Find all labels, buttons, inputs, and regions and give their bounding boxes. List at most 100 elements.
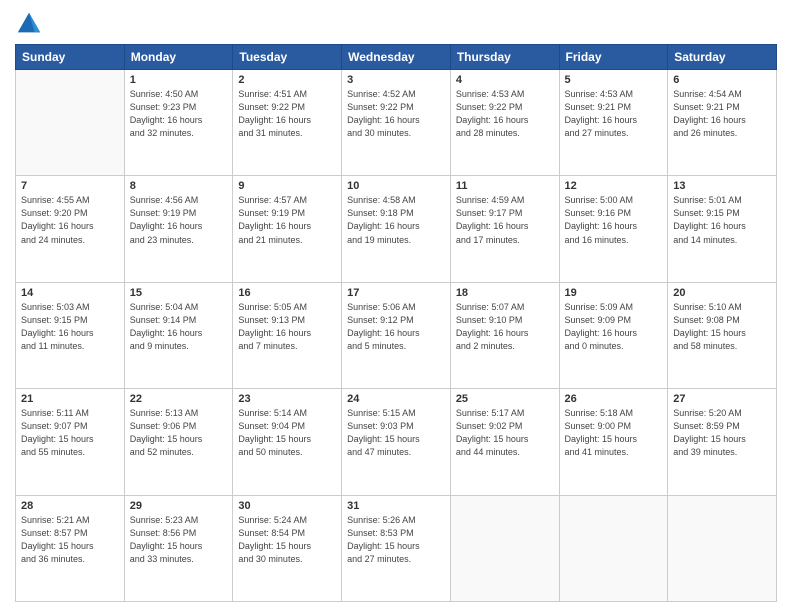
day-header-sunday: Sunday [16,45,125,70]
calendar-cell: 1 Sunrise: 4:50 AM Sunset: 9:23 PM Daylig… [124,70,233,176]
day-number: 26 [565,393,663,405]
day-number: 7 [21,180,119,192]
day-number: 20 [673,287,771,299]
day-number: 29 [130,500,228,512]
day-header-monday: Monday [124,45,233,70]
day-info: Sunrise: 5:15 AM Sunset: 9:03 PM Dayligh… [347,407,445,459]
day-info: Sunrise: 5:17 AM Sunset: 9:02 PM Dayligh… [456,407,554,459]
day-header-thursday: Thursday [450,45,559,70]
day-info: Sunrise: 4:57 AM Sunset: 9:19 PM Dayligh… [238,194,336,246]
calendar-header: SundayMondayTuesdayWednesdayThursdayFrid… [16,45,777,70]
calendar-cell: 5Sunrise: 4:53 AM Sunset: 9:21 PM Daylig… [559,70,668,176]
day-number: 16 [238,287,336,299]
day-number: 31 [347,500,445,512]
day-info: Sunrise: 5:07 AM Sunset: 9:10 PM Dayligh… [456,301,554,353]
week-row-5: 28 Sunrise: 5:21 AM Sunset: 8:57 PM Dayli… [16,495,777,601]
day-headers-row: SundayMondayTuesdayWednesdayThursdayFrid… [16,45,777,70]
day-info: Sunrise: 5:13 AM Sunset: 9:06 PM Dayligh… [130,407,228,459]
day-info: Sunrise: 5:00 AM Sunset: 9:16 PM Dayligh… [565,194,663,246]
logo [15,10,47,38]
calendar-cell: 16 Sunrise: 5:05 AM Sunset: 9:13 PM Dayli… [233,282,342,388]
calendar-cell: 8 Sunrise: 4:56 AM Sunset: 9:19 PM Daylig… [124,176,233,282]
day-info: Sunrise: 5:01 AM Sunset: 9:15 PM Dayligh… [673,194,771,246]
calendar-cell: 27Sunrise: 5:20 AM Sunset: 8:59 PM Dayli… [668,389,777,495]
calendar-cell [450,495,559,601]
day-info: Sunrise: 4:53 AM Sunset: 9:22 PM Dayligh… [456,88,554,140]
calendar-cell: 3 Sunrise: 4:52 AM Sunset: 9:22 PM Daylig… [342,70,451,176]
day-info: Sunrise: 4:51 AM Sunset: 9:22 PM Dayligh… [238,88,336,140]
day-number: 28 [21,500,119,512]
calendar-cell: 30Sunrise: 5:24 AM Sunset: 8:54 PM Dayli… [233,495,342,601]
week-row-3: 14Sunrise: 5:03 AM Sunset: 9:15 PM Dayli… [16,282,777,388]
calendar-cell: 29 Sunrise: 5:23 AM Sunset: 8:56 PM Dayli… [124,495,233,601]
header [15,10,777,38]
day-number: 1 [130,74,228,86]
calendar-cell [559,495,668,601]
day-info: Sunrise: 5:05 AM Sunset: 9:13 PM Dayligh… [238,301,336,353]
calendar-cell: 9Sunrise: 4:57 AM Sunset: 9:19 PM Daylig… [233,176,342,282]
calendar-cell: 7 Sunrise: 4:55 AM Sunset: 9:20 PM Daylig… [16,176,125,282]
day-info: Sunrise: 5:11 AM Sunset: 9:07 PM Dayligh… [21,407,119,459]
day-number: 10 [347,180,445,192]
day-number: 18 [456,287,554,299]
day-number: 6 [673,74,771,86]
day-number: 24 [347,393,445,405]
calendar-cell: 15Sunrise: 5:04 AM Sunset: 9:14 PM Dayli… [124,282,233,388]
calendar-cell: 13 Sunrise: 5:01 AM Sunset: 9:15 PM Dayli… [668,176,777,282]
day-number: 19 [565,287,663,299]
calendar-cell [668,495,777,601]
calendar-cell: 26 Sunrise: 5:18 AM Sunset: 9:00 PM Dayli… [559,389,668,495]
day-number: 15 [130,287,228,299]
day-number: 2 [238,74,336,86]
day-info: Sunrise: 5:09 AM Sunset: 9:09 PM Dayligh… [565,301,663,353]
day-number: 12 [565,180,663,192]
day-info: Sunrise: 4:55 AM Sunset: 9:20 PM Dayligh… [21,194,119,246]
calendar-cell: 21Sunrise: 5:11 AM Sunset: 9:07 PM Dayli… [16,389,125,495]
calendar-cell: 31 Sunrise: 5:26 AM Sunset: 8:53 PM Dayli… [342,495,451,601]
day-info: Sunrise: 5:18 AM Sunset: 9:00 PM Dayligh… [565,407,663,459]
day-number: 25 [456,393,554,405]
day-info: Sunrise: 4:56 AM Sunset: 9:19 PM Dayligh… [130,194,228,246]
day-header-friday: Friday [559,45,668,70]
calendar-cell: 6 Sunrise: 4:54 AM Sunset: 9:21 PM Daylig… [668,70,777,176]
calendar-cell: 2 Sunrise: 4:51 AM Sunset: 9:22 PM Daylig… [233,70,342,176]
calendar-cell: 23 Sunrise: 5:14 AM Sunset: 9:04 PM Dayli… [233,389,342,495]
day-info: Sunrise: 4:54 AM Sunset: 9:21 PM Dayligh… [673,88,771,140]
day-info: Sunrise: 4:59 AM Sunset: 9:17 PM Dayligh… [456,194,554,246]
day-number: 17 [347,287,445,299]
day-number: 11 [456,180,554,192]
calendar-cell: 28 Sunrise: 5:21 AM Sunset: 8:57 PM Dayli… [16,495,125,601]
calendar-cell: 14Sunrise: 5:03 AM Sunset: 9:15 PM Dayli… [16,282,125,388]
day-number: 4 [456,74,554,86]
day-info: Sunrise: 5:14 AM Sunset: 9:04 PM Dayligh… [238,407,336,459]
day-info: Sunrise: 5:23 AM Sunset: 8:56 PM Dayligh… [130,514,228,566]
calendar-cell: 19 Sunrise: 5:09 AM Sunset: 9:09 PM Dayli… [559,282,668,388]
day-info: Sunrise: 4:53 AM Sunset: 9:21 PM Dayligh… [565,88,663,140]
day-number: 22 [130,393,228,405]
day-info: Sunrise: 5:06 AM Sunset: 9:12 PM Dayligh… [347,301,445,353]
day-info: Sunrise: 4:50 AM Sunset: 9:23 PM Dayligh… [130,88,228,140]
day-number: 8 [130,180,228,192]
calendar-cell: 22 Sunrise: 5:13 AM Sunset: 9:06 PM Dayli… [124,389,233,495]
calendar-cell [16,70,125,176]
day-info: Sunrise: 5:21 AM Sunset: 8:57 PM Dayligh… [21,514,119,566]
calendar-cell: 24 Sunrise: 5:15 AM Sunset: 9:03 PM Dayli… [342,389,451,495]
calendar-cell: 12 Sunrise: 5:00 AM Sunset: 9:16 PM Dayli… [559,176,668,282]
day-number: 13 [673,180,771,192]
day-number: 23 [238,393,336,405]
day-number: 30 [238,500,336,512]
logo-icon [15,10,43,38]
day-info: Sunrise: 5:26 AM Sunset: 8:53 PM Dayligh… [347,514,445,566]
day-number: 27 [673,393,771,405]
day-info: Sunrise: 5:10 AM Sunset: 9:08 PM Dayligh… [673,301,771,353]
page: SundayMondayTuesdayWednesdayThursdayFrid… [0,0,792,612]
day-number: 3 [347,74,445,86]
week-row-2: 7 Sunrise: 4:55 AM Sunset: 9:20 PM Daylig… [16,176,777,282]
calendar: SundayMondayTuesdayWednesdayThursdayFrid… [15,44,777,602]
day-header-wednesday: Wednesday [342,45,451,70]
calendar-body: 1 Sunrise: 4:50 AM Sunset: 9:23 PM Daylig… [16,70,777,602]
day-info: Sunrise: 4:52 AM Sunset: 9:22 PM Dayligh… [347,88,445,140]
day-info: Sunrise: 5:03 AM Sunset: 9:15 PM Dayligh… [21,301,119,353]
calendar-cell: 17 Sunrise: 5:06 AM Sunset: 9:12 PM Dayli… [342,282,451,388]
calendar-cell: 4 Sunrise: 4:53 AM Sunset: 9:22 PM Daylig… [450,70,559,176]
